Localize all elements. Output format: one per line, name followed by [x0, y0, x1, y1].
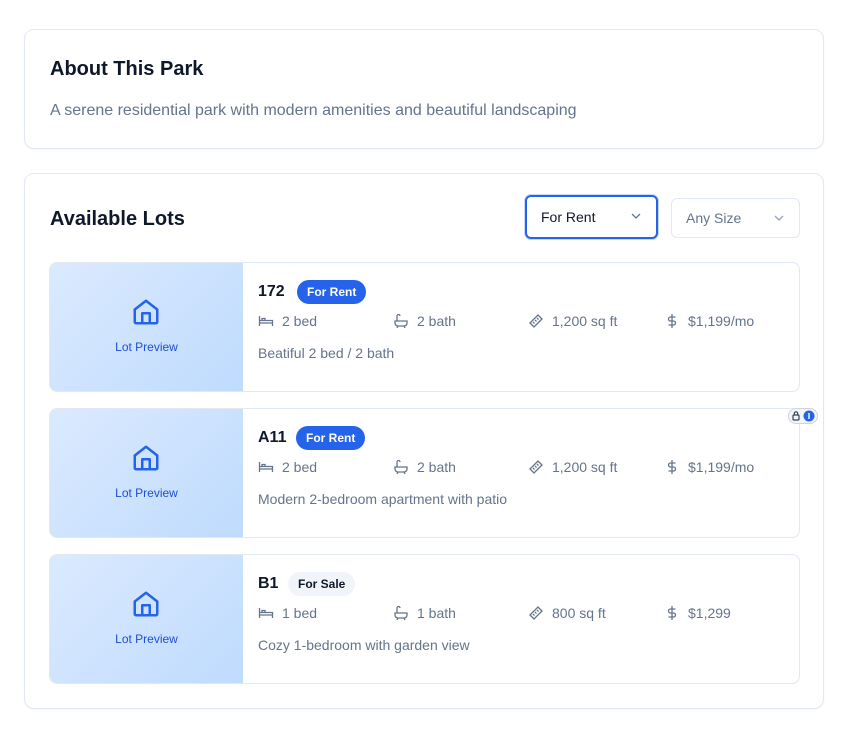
lot-price: $1,199/mo — [664, 459, 754, 475]
lot-area: 1,200 sq ft — [528, 459, 617, 475]
lot-area-value: 1,200 sq ft — [552, 459, 618, 475]
status-badge: For Rent — [296, 426, 366, 450]
lot-price: $1,299 — [664, 605, 731, 621]
house-icon — [133, 591, 159, 617]
lots-section-title: Available Lots — [50, 208, 185, 230]
lot-type-select-value: For Rent — [541, 209, 596, 225]
lot-beds: 1 bed — [258, 605, 317, 621]
lot-card[interactable]: Lot Preview A11 For Rent 2 bed 2 bath 1,… — [49, 408, 800, 538]
lot-price: $1,199/mo — [664, 313, 754, 329]
lot-card[interactable]: Lot Preview B1 For Sale 1 bed 1 bath 800… — [49, 554, 800, 684]
bath-icon — [394, 313, 408, 329]
house-icon — [133, 445, 159, 471]
lot-area: 800 sq ft — [528, 605, 606, 621]
status-badge: For Rent — [297, 280, 367, 304]
lot-beds: 2 bed — [258, 459, 317, 475]
bath-icon — [394, 605, 408, 621]
lot-beds-value: 2 bed — [282, 459, 318, 475]
status-badge: For Sale — [288, 572, 356, 596]
lot-card[interactable]: Lot Preview 172 For Rent 2 bed 2 bath 1,… — [49, 262, 800, 392]
about-description: A serene residential park with modern am… — [50, 102, 577, 119]
lot-baths-value: 1 bath — [417, 605, 456, 621]
lot-id: 172 — [258, 283, 285, 300]
lot-baths-value: 2 bath — [417, 313, 456, 329]
lot-description: Beatiful 2 bed / 2 bath — [258, 345, 395, 361]
dollar-icon — [667, 460, 677, 474]
lot-price-value: $1,199/mo — [688, 459, 755, 475]
about-title: About This Park — [50, 58, 204, 80]
ruler-icon — [529, 314, 543, 328]
lot-beds: 2 bed — [258, 313, 317, 329]
bed-icon — [258, 462, 274, 472]
lot-baths: 1 bath — [393, 605, 456, 621]
ruler-icon — [529, 606, 543, 620]
lot-area-value: 1,200 sq ft — [552, 313, 618, 329]
lot-baths: 2 bath — [393, 459, 456, 475]
lot-type-select[interactable]: For Rent — [525, 195, 658, 239]
house-icon — [133, 299, 159, 325]
available-lots-card: Available Lots For Rent Any Size Lot Pre… — [24, 173, 824, 709]
lot-price-value: $1,199/mo — [688, 313, 755, 329]
lot-preview-label: Lot Preview — [115, 632, 178, 646]
lot-id: A11 — [258, 429, 287, 446]
lot-area: 1,200 sq ft — [528, 313, 617, 329]
lot-baths: 2 bath — [393, 313, 456, 329]
lot-preview: Lot Preview — [50, 263, 243, 391]
lot-description: Modern 2-bedroom apartment with patio — [258, 491, 508, 507]
bed-icon — [258, 316, 274, 326]
dollar-icon — [667, 606, 677, 620]
chevron-down-icon — [631, 213, 641, 219]
lot-id: B1 — [258, 575, 279, 592]
lot-beds-value: 2 bed — [282, 313, 318, 329]
bed-icon — [258, 608, 274, 618]
lot-preview-label: Lot Preview — [115, 340, 178, 354]
lot-size-select-value: Any Size — [686, 210, 742, 226]
lot-area-value: 800 sq ft — [552, 605, 606, 621]
lot-preview: Lot Preview — [50, 409, 243, 537]
lot-size-select[interactable]: Any Size — [671, 198, 800, 238]
dollar-icon — [667, 314, 677, 328]
chevron-down-icon — [774, 215, 784, 221]
bath-icon — [394, 459, 408, 475]
ruler-icon — [529, 460, 543, 474]
lot-baths-value: 2 bath — [417, 459, 456, 475]
password-manager-icon[interactable] — [788, 408, 818, 424]
lot-price-value: $1,299 — [688, 605, 731, 621]
about-card: About This Park A serene residential par… — [24, 29, 824, 149]
lot-description: Cozy 1-bedroom with garden view — [258, 637, 470, 653]
lot-beds-value: 1 bed — [282, 605, 318, 621]
lot-preview: Lot Preview — [50, 555, 243, 683]
lot-preview-label: Lot Preview — [115, 486, 178, 500]
